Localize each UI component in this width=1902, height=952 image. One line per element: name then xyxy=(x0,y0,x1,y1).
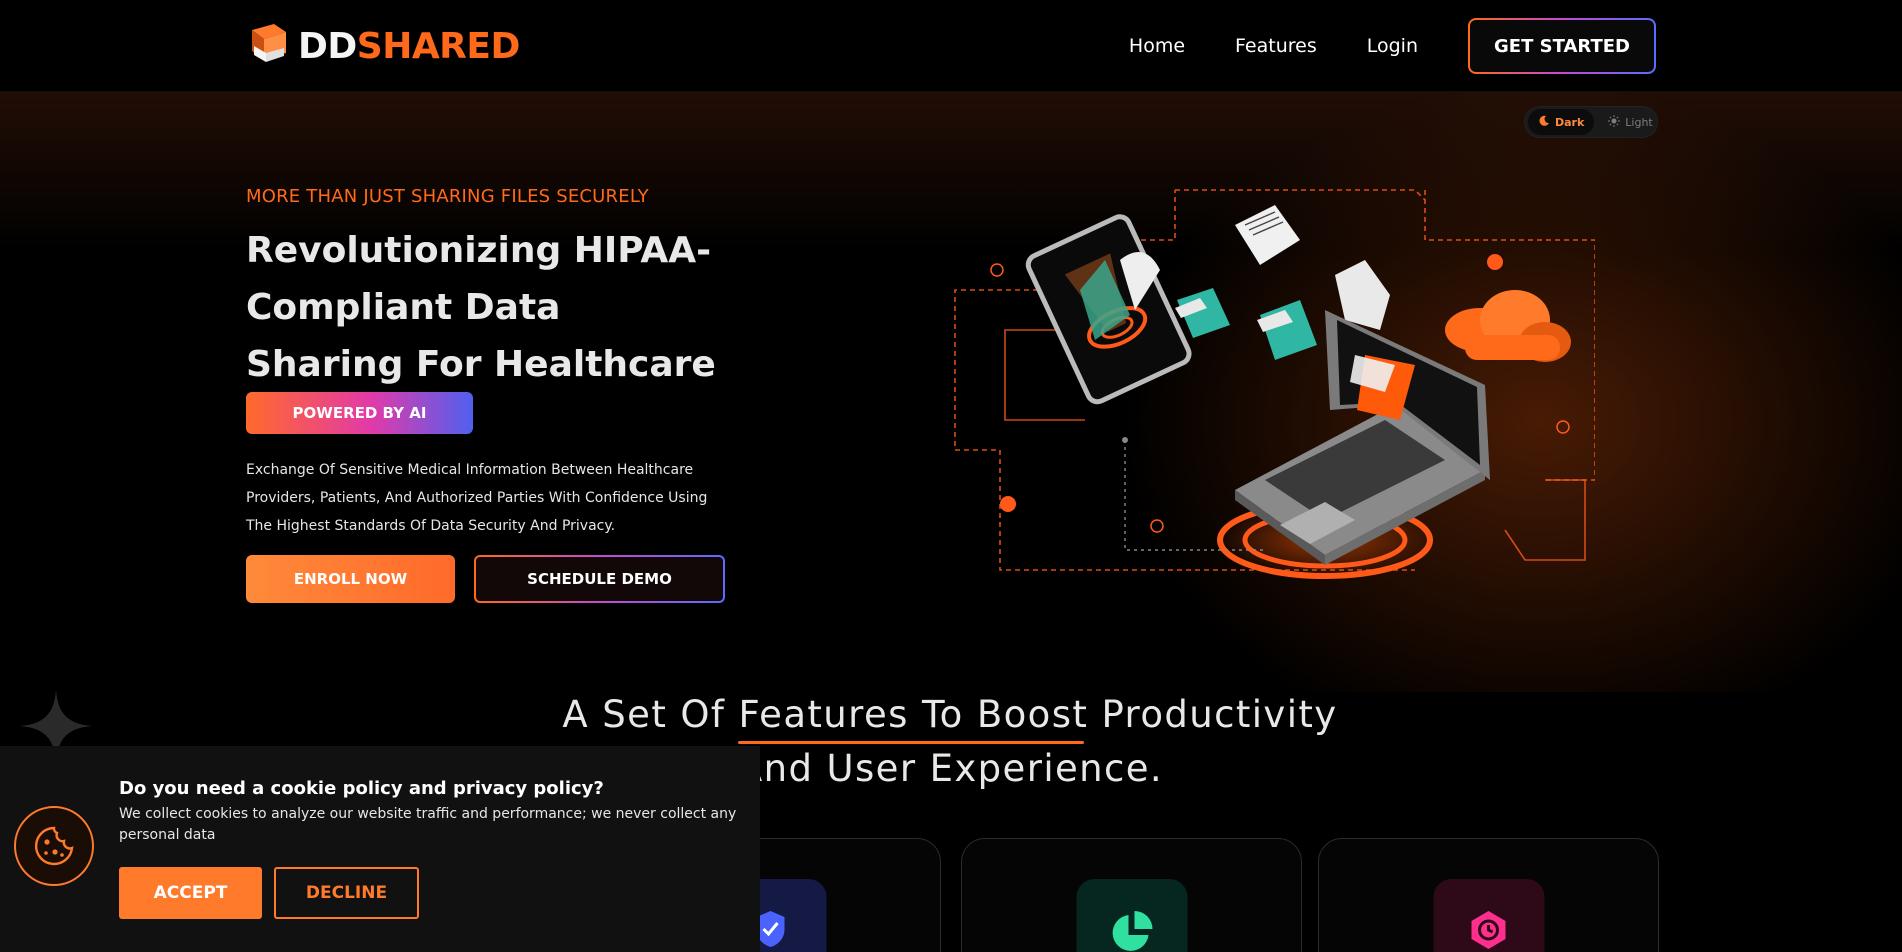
nav-features[interactable]: Features xyxy=(1235,35,1317,57)
theme-light-label: Light xyxy=(1625,115,1653,129)
accept-cookies-button[interactable]: ACCEPT xyxy=(119,867,262,919)
pie-chart-icon xyxy=(1076,879,1187,952)
hero-eyebrow: MORE THAN JUST SHARING FILES SECURELY xyxy=(246,186,649,207)
logo[interactable]: DDSHARED xyxy=(246,20,520,72)
feature-card-3[interactable] xyxy=(1318,838,1659,952)
logo-text-dd: DD xyxy=(298,25,357,67)
features-title-line2: And User Experience. xyxy=(736,747,1164,790)
schedule-demo-button[interactable]: SCHEDULE DEMO xyxy=(474,555,725,603)
feature-card-2[interactable] xyxy=(961,838,1302,952)
cookie-banner: Do you need a cookie policy and privacy … xyxy=(0,746,760,952)
enroll-now-button[interactable]: ENROLL NOW xyxy=(246,555,455,603)
logo-text: DDSHARED xyxy=(298,26,520,67)
main-nav: Home Features Login GET STARTED xyxy=(1129,18,1656,74)
theme-dark-label: Dark xyxy=(1555,115,1585,129)
theme-toggle[interactable]: Dark Light xyxy=(1524,106,1658,138)
page: DDSHARED Home Features Login GET STARTED… xyxy=(0,0,1902,952)
cookie-title: Do you need a cookie policy and privacy … xyxy=(119,778,604,799)
decline-cookies-button[interactable]: DECLINE xyxy=(274,867,419,919)
sun-icon xyxy=(1608,114,1621,130)
clock-shield-icon xyxy=(1433,879,1544,952)
theme-dark-option[interactable]: Dark xyxy=(1528,109,1595,135)
nav-login[interactable]: Login xyxy=(1367,35,1418,57)
cookie-icon xyxy=(14,806,94,886)
features-title-line1: A Set Of Features To Boost Productivity xyxy=(562,693,1338,736)
theme-light-option[interactable]: Light xyxy=(1598,109,1662,135)
nav-home[interactable]: Home xyxy=(1129,35,1185,57)
logo-icon xyxy=(246,22,290,70)
hero-description: Exchange Of Sensitive Medical Informatio… xyxy=(246,462,708,534)
hero-illustration xyxy=(954,189,1595,579)
powered-by-ai-badge: POWERED BY AI xyxy=(246,392,473,434)
logo-text-shared: SHARED xyxy=(356,25,521,67)
hero-title: Revolutionizing HIPAA-Compliant Data Sha… xyxy=(246,230,716,385)
site-header: DDSHARED Home Features Login GET STARTED xyxy=(0,0,1902,92)
get-started-button[interactable]: GET STARTED xyxy=(1468,18,1656,74)
features-title-underline xyxy=(738,741,1084,744)
cookie-text: We collect cookies to analyze our websit… xyxy=(119,806,737,843)
moon-icon xyxy=(1538,115,1550,130)
